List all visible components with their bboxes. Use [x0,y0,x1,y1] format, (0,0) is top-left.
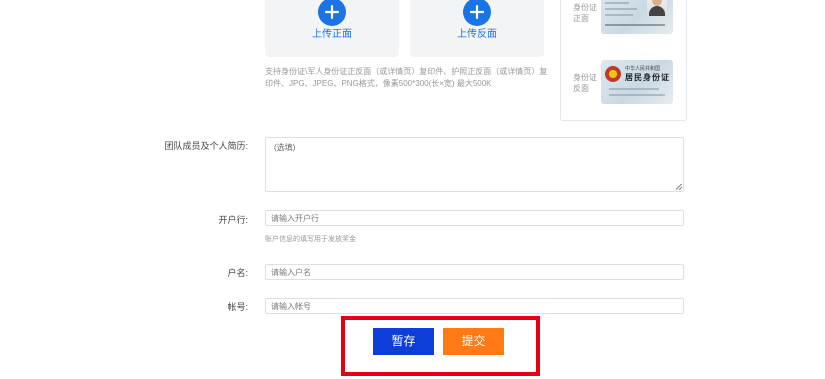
id-front-example-image [601,0,673,34]
account-number-label: 帐号: [227,302,248,312]
bank-placeholder: 请输入开户行 [271,214,319,223]
resume-placeholder: (选填) [274,143,296,152]
card-title: 中华人民共和国 [625,66,661,72]
upload-back-label: 上传反面 [457,29,497,40]
bank-hint: 账户信息的填写用于发放奖金 [265,236,356,243]
plus-icon [318,0,346,26]
resume-textarea[interactable]: (选填) [265,137,684,192]
national-emblem-icon [605,66,621,82]
card-main-title: 居民身份证 [625,73,670,82]
id-back-example-image: 中华人民共和国 居民身份证 [601,60,673,104]
upload-hint: 支持身份证\军人身份证正反面（或详情页）复印件、护照正反面（或详情页）复印件、J… [265,67,548,88]
portrait-image [647,0,667,16]
resume-label: 团队成员及个人简历: [164,141,248,151]
id-example-panel: 身份证正面 身份证反面 中华人民共和国 居民身份证 [560,0,687,121]
plus-icon [463,0,491,26]
bank-label: 开户行: [218,215,248,225]
id-back-side-label: 身份证反面 [573,73,597,93]
resize-handle-icon[interactable] [676,184,682,190]
account-name-input[interactable]: 请输入户名 [265,264,684,280]
upload-back-button[interactable]: 上传反面 [410,0,544,57]
highlight-box [341,316,540,376]
account-name-placeholder: 请输入户名 [271,268,311,277]
upload-front-button[interactable]: 上传正面 [265,0,399,57]
bank-input[interactable]: 请输入开户行 [265,210,684,226]
account-number-placeholder: 请输入帐号 [271,302,311,311]
account-number-input[interactable]: 请输入帐号 [265,298,684,314]
account-name-label: 户名: [227,268,248,278]
upload-front-label: 上传正面 [312,29,352,40]
id-front-side-label: 身份证正面 [573,3,597,23]
